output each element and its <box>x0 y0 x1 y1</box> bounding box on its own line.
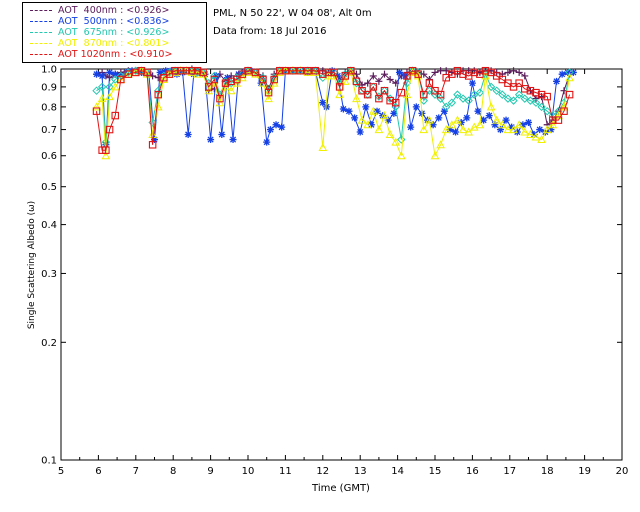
data-point <box>452 128 460 136</box>
data-point <box>468 79 476 87</box>
x-tick-label: 15 <box>429 466 442 477</box>
series-line <box>96 69 574 145</box>
data-point <box>266 126 274 134</box>
x-tick-label: 10 <box>242 466 255 477</box>
y-tick-label: 0.4 <box>41 220 57 231</box>
data-point <box>229 136 237 144</box>
data-point <box>521 72 529 80</box>
x-tick-label: 20 <box>616 466 629 477</box>
x-tick-label: 12 <box>316 466 329 477</box>
data-point <box>474 107 482 115</box>
x-tick-label: 7 <box>133 466 139 477</box>
data-point <box>207 136 215 144</box>
data-point <box>435 114 443 122</box>
data-point <box>362 103 370 111</box>
data-point <box>395 68 403 76</box>
x-tick-label: 17 <box>503 466 516 477</box>
series-4 <box>92 66 574 154</box>
data-point <box>558 70 566 78</box>
data-point <box>356 128 364 136</box>
series-line <box>96 70 571 158</box>
x-tick-label: 9 <box>207 466 213 477</box>
x-tick-label: 14 <box>391 466 404 477</box>
data-point <box>278 123 286 131</box>
x-tick-label: 13 <box>354 466 367 477</box>
x-tick-label: 18 <box>541 466 554 477</box>
y-tick-label: 0.6 <box>41 151 57 162</box>
x-tick-label: 11 <box>279 466 292 477</box>
data-point <box>407 123 415 131</box>
data-point <box>351 114 359 122</box>
data-point <box>515 68 523 76</box>
data-point <box>553 77 561 85</box>
data-point <box>525 118 532 126</box>
data-point <box>412 103 420 111</box>
x-tick-label: 6 <box>95 466 101 477</box>
data-point <box>218 130 226 138</box>
y-axis-label: Single Scattering Albedo (ω) <box>27 201 37 329</box>
x-tick-label: 8 <box>170 466 176 477</box>
x-tick-label: 5 <box>58 466 64 477</box>
series-layer <box>92 65 577 160</box>
y-tick-label: 1.0 <box>41 65 57 76</box>
data-point <box>491 121 499 129</box>
data-point <box>463 114 471 122</box>
data-point <box>504 68 512 76</box>
y-tick-label: 0.5 <box>41 182 57 193</box>
x-tick-label: 19 <box>578 466 591 477</box>
y-tick-label: 0.3 <box>41 269 57 280</box>
data-point <box>565 90 574 99</box>
data-point <box>98 72 106 80</box>
data-point <box>263 138 271 146</box>
x-axis-label: Time (GMT) <box>311 483 370 494</box>
y-tick-label: 0.2 <box>41 338 57 349</box>
chart-plot: 5 6 7 8 9 10 11 12 13 14 15 16 17 18 19 20 1.0 0.9 0.8 0.7 0… <box>27 65 629 495</box>
data-point <box>496 126 504 134</box>
x-tick-label: 16 <box>466 466 479 477</box>
data-point <box>510 67 518 75</box>
data-point <box>106 68 114 76</box>
data-point <box>502 116 510 124</box>
y-tick-label: 0.8 <box>41 102 57 113</box>
y-tick-label: 0.7 <box>41 125 57 136</box>
y-tick-label: 0.1 <box>41 456 57 467</box>
data-point <box>485 112 493 120</box>
data-point <box>184 130 192 138</box>
data-point <box>345 107 353 115</box>
y-tick-label: 0.9 <box>41 82 57 93</box>
data-point <box>93 70 101 78</box>
